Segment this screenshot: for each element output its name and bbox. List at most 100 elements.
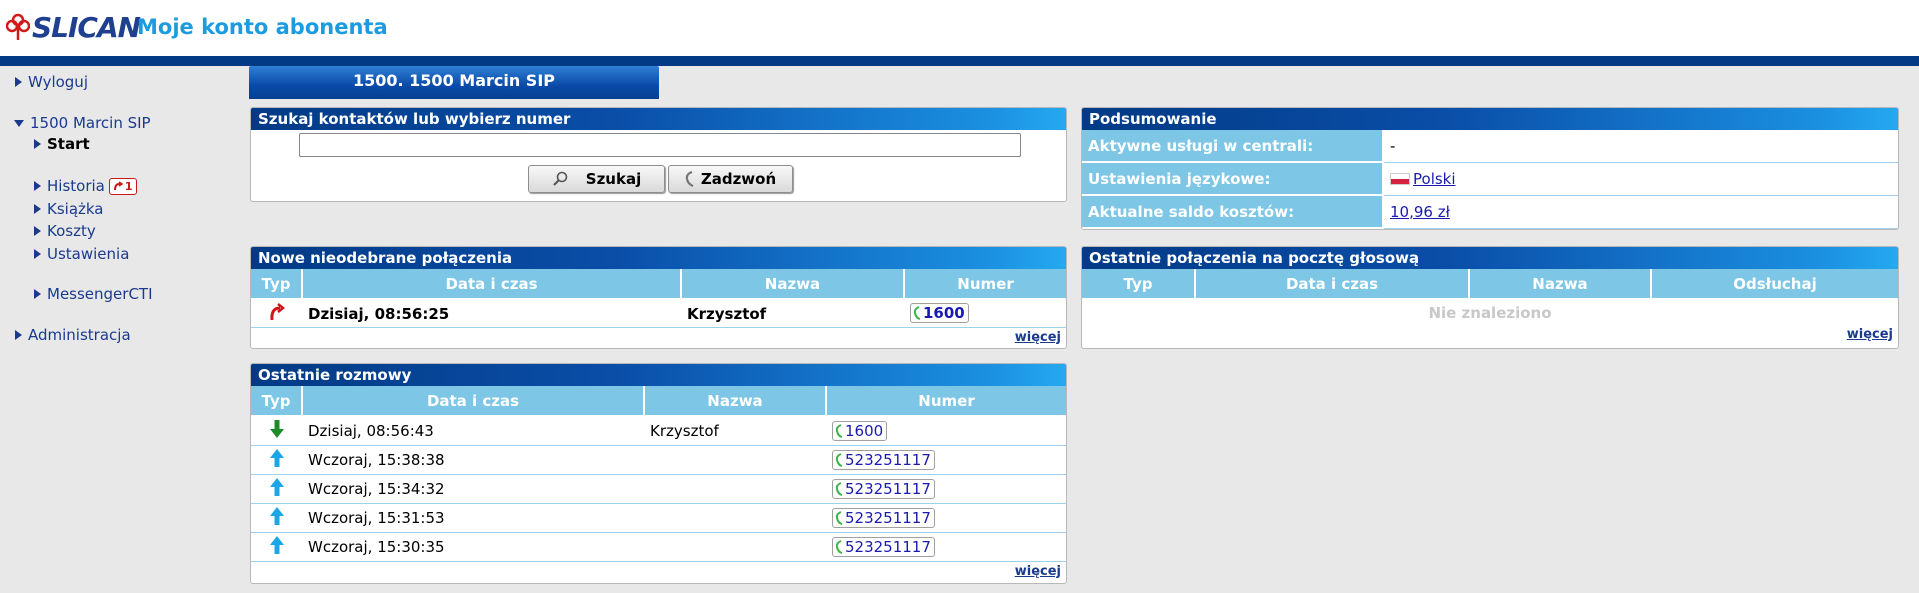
call-name: Krzysztof — [644, 416, 826, 446]
dial-number-button[interactable]: 523251117 — [832, 507, 935, 528]
nav-book[interactable]: Książka — [34, 200, 104, 218]
call-datetime: Wczoraj, 15:38:38 — [302, 445, 644, 475]
recent-more: więcej — [251, 562, 1066, 579]
call-datetime: Wczoraj, 15:31:53 — [302, 503, 644, 533]
recent-more-link[interactable]: więcej — [1015, 564, 1061, 579]
nav-costs-label: Koszty — [47, 222, 96, 240]
table-row: Dzisiaj, 08:56:43 Krzysztof 1600 — [251, 416, 1066, 446]
missed-more-link[interactable]: więcej — [1015, 330, 1061, 345]
header-divider — [0, 56, 1919, 66]
language-link[interactable]: Polski — [1413, 170, 1456, 188]
call-datetime: Dzisiaj, 08:56:43 — [302, 416, 644, 446]
dial-number-button[interactable]: 1600 — [832, 420, 888, 441]
call-number-cell: 523251117 — [826, 532, 1066, 562]
call-type-cell — [251, 299, 302, 328]
nav-settings-label: Ustawienia — [47, 245, 130, 263]
col-header-type: Typ — [251, 269, 303, 300]
dial-number-button[interactable]: 523251117 — [832, 478, 935, 499]
call-datetime: Wczoraj, 15:30:35 — [302, 532, 644, 562]
summary-label: Ustawienia językowe: — [1082, 162, 1384, 196]
col-header-number: Numer — [826, 386, 1066, 417]
col-header-type: Typ — [1082, 269, 1196, 300]
triangle-right-icon — [34, 204, 41, 214]
call-type-cell — [251, 532, 302, 562]
call-type-cell — [251, 474, 302, 504]
balance-link[interactable]: 10,96 zł — [1390, 203, 1450, 221]
outgoing-call-icon — [269, 507, 284, 525]
dial-number-label: 523251117 — [845, 508, 931, 527]
call-number-cell: 1600 — [904, 299, 1066, 328]
app-header: SLICAN Moje konto abonenta — [0, 0, 1919, 56]
nav-book-label: Książka — [47, 200, 104, 218]
summary-panel: Podsumowanie Aktywne usługi w centrali: … — [1081, 107, 1899, 230]
missed-call-icon — [269, 302, 285, 320]
call-datetime: Dzisiaj, 08:56:25 — [302, 299, 681, 328]
summary-row: Ustawienia językowe: Polski — [1082, 162, 1898, 196]
recent-calls-panel: Ostatnie rozmowy Typ Data i czas Nazwa N… — [250, 363, 1067, 584]
missed-calls-badge: 1 — [108, 177, 137, 195]
nav-costs[interactable]: Koszty — [34, 222, 96, 240]
dial-number-label: 1600 — [845, 421, 884, 440]
call-number-cell: 523251117 — [826, 445, 1066, 475]
search-panel: Szukaj kontaktów lub wybierz numer Szuka… — [250, 107, 1067, 202]
table-header-row: Typ Data i czas Nazwa Numer — [251, 386, 1066, 417]
dial-number-button[interactable]: 1600 — [910, 303, 969, 323]
missed-call-icon — [113, 181, 123, 191]
table-row: Wczoraj, 15:34:32 523251117 — [251, 474, 1066, 504]
phone-handset-icon — [835, 510, 843, 525]
col-header-datetime: Data i czas — [302, 269, 682, 300]
logo-text: SLICAN — [32, 10, 141, 44]
call-button[interactable]: Zadzwoń — [668, 165, 793, 193]
nav-history-label: Historia — [47, 177, 105, 195]
col-header-name: Nazwa — [681, 269, 905, 300]
nav-start-label: Start — [47, 135, 90, 153]
triangle-right-icon — [15, 77, 22, 87]
app-title: Moje konto abonenta — [137, 15, 388, 39]
nav-settings[interactable]: Ustawienia — [34, 245, 129, 263]
search-input[interactable] — [299, 133, 1021, 157]
missed-more: więcej — [251, 328, 1066, 345]
missed-calls-count: 1 — [124, 179, 133, 193]
call-button-label: Zadzwoń — [700, 170, 777, 188]
summary-label: Aktywne usługi w centrali: — [1082, 130, 1384, 163]
dial-number-button[interactable]: 523251117 — [832, 536, 935, 557]
voicemail-more-link[interactable]: więcej — [1847, 327, 1893, 342]
table-header-row: Typ Data i czas Nazwa Numer — [251, 269, 1066, 300]
summary-label: Aktualne saldo kosztów: — [1082, 195, 1384, 229]
nav-admin-label: Administracja — [28, 326, 131, 344]
missed-panel-title: Nowe nieodebrane połączenia — [251, 247, 1066, 269]
nav-start[interactable]: Start — [34, 135, 90, 153]
call-datetime: Wczoraj, 15:34:32 — [302, 474, 644, 504]
search-button[interactable]: Szukaj — [528, 165, 665, 193]
nav-messenger[interactable]: MessengerCTI — [34, 285, 153, 303]
account-tab[interactable]: 1500. 1500 Marcin SIP — [249, 66, 659, 99]
summary-table: Aktywne usługi w centrali: - Ustawienia … — [1082, 130, 1898, 229]
call-name — [644, 445, 826, 475]
voicemail-more: więcej — [1082, 327, 1898, 342]
nav-history[interactable]: Historia 1 — [34, 177, 137, 195]
triangle-right-icon — [34, 226, 41, 236]
nav-account[interactable]: 1500 Marcin SIP — [14, 114, 151, 132]
triangle-right-icon — [34, 181, 41, 191]
call-name — [644, 532, 826, 562]
nav-account-label: 1500 Marcin SIP — [30, 114, 151, 132]
summary-value: 10,96 zł — [1383, 195, 1898, 229]
phone-handset-icon — [835, 539, 843, 554]
missed-calls-table: Typ Data i czas Nazwa Numer Dzisiaj, 08:… — [251, 269, 1066, 328]
nav-admin[interactable]: Administracja — [15, 326, 131, 344]
col-header-type: Typ — [251, 386, 303, 417]
outgoing-call-icon — [269, 478, 284, 496]
nav-logout[interactable]: Wyloguj — [15, 73, 88, 91]
dial-number-label: 1600 — [923, 304, 965, 322]
triangle-right-icon — [34, 249, 41, 259]
col-header-name: Nazwa — [644, 386, 827, 417]
call-number-cell: 523251117 — [826, 474, 1066, 504]
table-row: Dzisiaj, 08:56:25 Krzysztof 1600 — [251, 299, 1066, 328]
missed-calls-panel: Nowe nieodebrane połączenia Typ Data i c… — [250, 246, 1067, 349]
summary-value: Polski — [1383, 162, 1898, 196]
phone-handset-icon — [835, 481, 843, 496]
col-header-name: Nazwa — [1469, 269, 1652, 300]
dial-number-button[interactable]: 523251117 — [832, 449, 935, 470]
summary-value: - — [1383, 130, 1898, 163]
triangle-down-icon — [14, 119, 24, 127]
